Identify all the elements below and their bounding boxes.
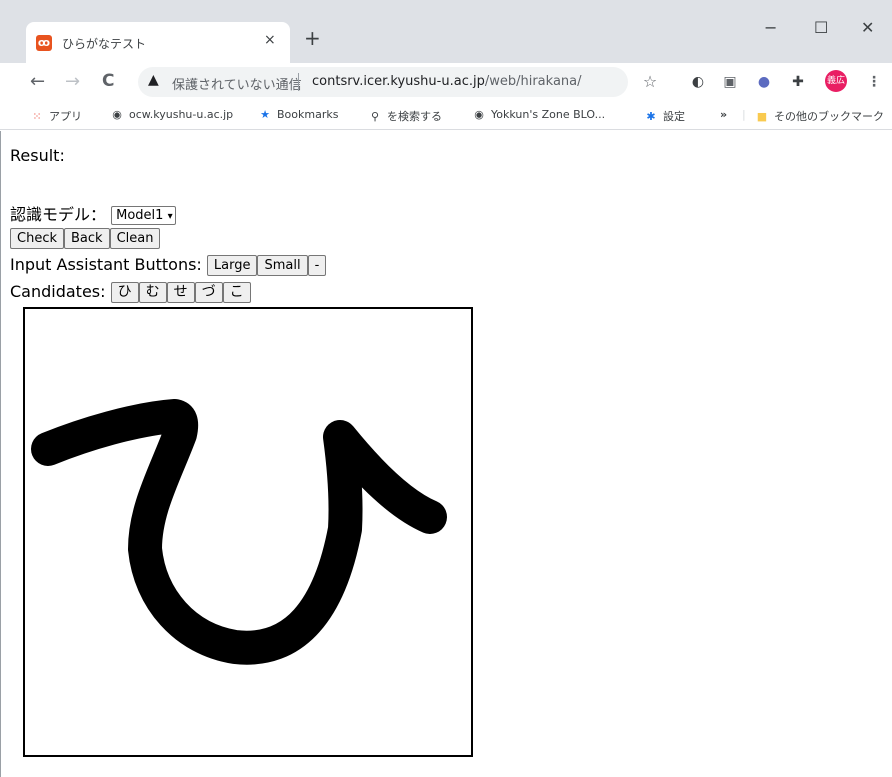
star-icon: ★ — [260, 108, 270, 121]
candidate-button[interactable]: せ — [166, 282, 195, 303]
drawing-canvas[interactable] — [23, 307, 473, 757]
model-label: 認識モデル： — [10, 205, 107, 224]
model-select[interactable]: Model1 ▾ — [111, 206, 176, 225]
bookmark-ocw[interactable]: ◉ ocw.kyushu-u.ac.jp — [110, 108, 233, 121]
candidates-row: Candidates: ひむせづこ — [10, 282, 251, 303]
bookmark-search[interactable]: ⚲ を検索する — [368, 108, 442, 124]
result-label: Result: — [10, 146, 65, 165]
handwritten-stroke — [31, 399, 447, 665]
clean-button[interactable]: Clean — [109, 228, 161, 249]
extension-circle-icon[interactable]: ◐ — [690, 74, 706, 90]
menu-kebab-icon[interactable]: ⋮ — [866, 74, 882, 90]
assistant-row: Input Assistant Buttons: Large Small - — [10, 255, 327, 276]
reload-icon[interactable]: C — [102, 71, 114, 91]
forward-arrow-icon[interactable]: → — [65, 71, 80, 92]
globe-icon: ◉ — [112, 108, 122, 121]
minus-button[interactable]: - — [307, 255, 327, 276]
globe-icon: ◉ — [474, 108, 484, 121]
chevron-down-icon: ▾ — [167, 211, 173, 222]
url-text: contsrv.icer.kyushu-u.ac.jp/web/hirakana… — [312, 74, 582, 89]
gear-icon: ✱ — [646, 110, 656, 123]
omnibox-divider — [298, 73, 299, 91]
site-favicon-icon: ꝏ — [36, 35, 52, 51]
cast-icon[interactable]: ▣ — [722, 74, 738, 90]
extensions-puzzle-icon[interactable]: ✚ — [790, 74, 806, 90]
bookmarks-bar: ⁙ アプリ ◉ ocw.kyushu-u.ac.jp ★ Bookmarks ⚲ を検索… — [0, 100, 892, 130]
extension-badge-icon[interactable]: ● — [756, 74, 772, 90]
apps-grid-icon: ⁙ — [32, 110, 42, 123]
close-window-icon[interactable]: ✕ — [861, 18, 874, 37]
candidate-button[interactable]: む — [138, 282, 167, 303]
candidate-button[interactable]: づ — [194, 282, 223, 303]
profile-avatar[interactable]: 義広 — [825, 70, 847, 92]
not-secure-warning-icon[interactable]: ▲ — [148, 72, 159, 88]
assistant-label: Input Assistant Buttons: — [10, 255, 202, 274]
bookmark-star-icon[interactable]: ☆ — [642, 74, 658, 90]
bookmark-settings[interactable]: ✱ 設定 — [644, 108, 685, 124]
bookmark-yokkun[interactable]: ◉ Yokkun's Zone BLO... — [472, 108, 605, 121]
address-bar[interactable]: ▲ 保護されていない通信 contsrv.icer.kyushu-u.ac.jp… — [138, 67, 628, 97]
maximize-icon[interactable]: ☐ — [814, 18, 828, 37]
bookmark-apps[interactable]: ⁙ アプリ — [30, 108, 82, 124]
browser-tab[interactable]: ꝏ ひらがなテスト × — [26, 22, 290, 63]
new-tab-button[interactable]: + — [304, 28, 321, 48]
back-arrow-icon[interactable]: ← — [30, 71, 45, 92]
large-button[interactable]: Large — [206, 255, 258, 276]
small-button[interactable]: Small — [257, 255, 308, 276]
minimize-icon[interactable]: − — [764, 18, 777, 37]
bookmark-bookmarks[interactable]: ★ Bookmarks — [258, 108, 338, 121]
candidate-button[interactable]: こ — [222, 282, 251, 303]
candidate-button[interactable]: ひ — [110, 282, 139, 303]
back-button[interactable]: Back — [64, 228, 110, 249]
browser-toolbar: ← → C ▲ 保護されていない通信 contsrv.icer.kyushu-u… — [0, 63, 892, 100]
check-button[interactable]: Check — [10, 228, 64, 249]
tab-title: ひらがなテスト — [62, 37, 147, 51]
model-row: 認識モデル： Model1 ▾ — [10, 201, 176, 225]
bookmarks-overflow-button[interactable]: » — [720, 108, 727, 121]
action-buttons-row: Check Back Clean — [10, 228, 161, 249]
candidates-label: Candidates: — [10, 282, 106, 301]
folder-icon: ■ — [756, 110, 768, 123]
tab-close-icon[interactable]: × — [264, 32, 276, 48]
bookmarks-divider: | — [742, 108, 746, 121]
security-status: 保護されていない通信 — [172, 78, 302, 93]
other-bookmarks-folder[interactable]: ■ その他のブックマーク — [755, 108, 884, 124]
search-icon: ⚲ — [370, 110, 380, 123]
browser-titlebar: ꝏ ひらがなテスト × + − ☐ ✕ — [0, 0, 892, 63]
